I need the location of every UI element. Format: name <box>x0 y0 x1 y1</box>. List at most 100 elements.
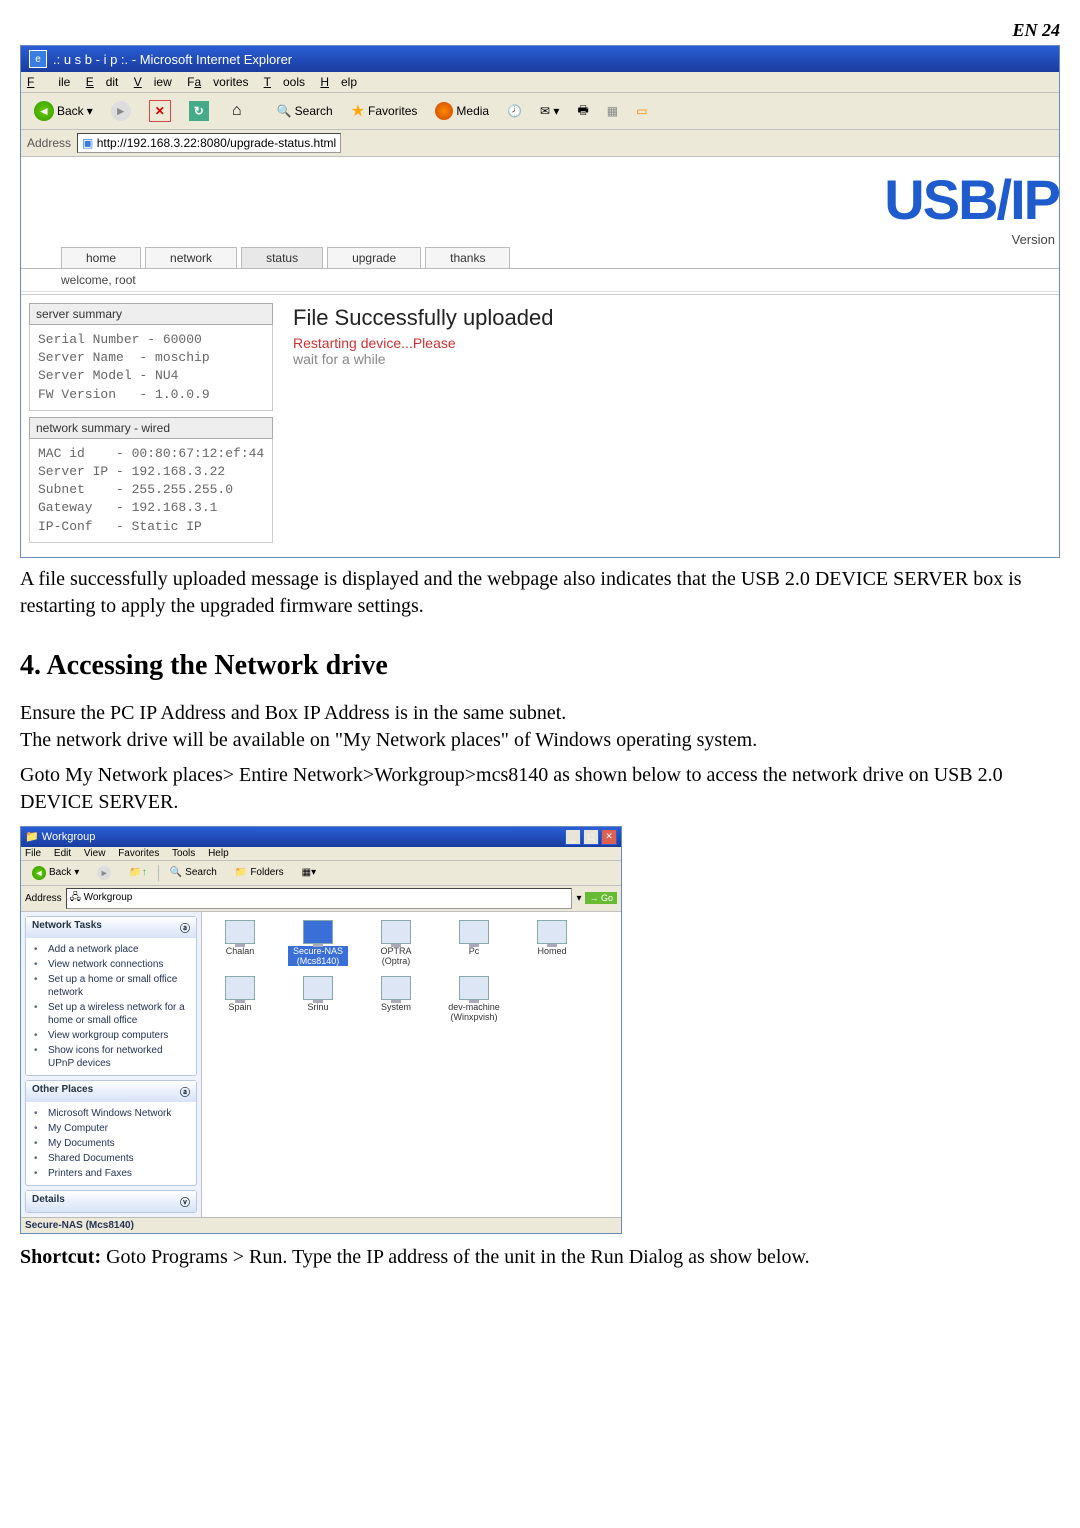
exp-back-button[interactable]: ◄Back ▾ <box>25 863 86 883</box>
side-panel: Network Tasks ⓐ Add a network placeView n… <box>21 912 202 1217</box>
menu-view[interactable]: View <box>134 75 172 89</box>
tab-network[interactable]: network <box>145 247 237 268</box>
print-icon: 🖶 <box>577 101 588 122</box>
welcome-text: welcome, root <box>21 269 1059 292</box>
computer-item[interactable]: Secure-NAS (Mcs8140) <box>288 920 348 966</box>
edit-icon: ▦ <box>607 104 618 118</box>
search-icon: 🔍 <box>170 867 182 878</box>
media-button[interactable]: Media <box>428 99 496 123</box>
forward-button[interactable]: ► <box>104 98 138 124</box>
exp-search-button[interactable]: 🔍Search <box>163 864 224 881</box>
exp-menu-help[interactable]: Help <box>208 848 229 859</box>
tab-upgrade[interactable]: upgrade <box>327 247 421 268</box>
sidebar-task-item[interactable]: Set up a home or small office network <box>32 972 190 1000</box>
exp-menu-file[interactable]: File <box>25 848 41 859</box>
explorer-menubar: File Edit View Favorites Tools Help <box>21 847 621 861</box>
address-input[interactable]: ▣ http://192.168.3.22:8080/upgrade-statu… <box>77 133 341 153</box>
ie-page-content: USB/IP Version home network status upgra… <box>21 157 1059 557</box>
exp-menu-tools[interactable]: Tools <box>172 848 195 859</box>
minimize-button[interactable]: _ <box>565 829 581 845</box>
explorer-toolbar: ◄Back ▾ ► 📁↑ 🔍Search 📁Folders ▦▾ <box>21 861 621 886</box>
close-button[interactable]: ✕ <box>601 829 617 845</box>
paragraph-2a: Ensure the PC IP Address and Box IP Addr… <box>20 700 1060 727</box>
computer-icon <box>225 920 255 944</box>
print-button[interactable]: 🖶 <box>570 98 595 125</box>
sidebar-task-item[interactable]: View workgroup computers <box>32 1028 190 1043</box>
paragraph-2b: The network drive will be available on "… <box>20 727 1060 754</box>
tab-home[interactable]: home <box>61 247 141 268</box>
collapse-icon[interactable]: ⓐ <box>180 920 190 935</box>
network-tasks-title: Network Tasks <box>32 920 102 935</box>
menu-favorites[interactable]: Favorites <box>187 75 248 89</box>
other-places-panel: Other Placesⓐ Microsoft Windows NetworkM… <box>25 1080 197 1186</box>
sidebar-place-item[interactable]: My Computer <box>32 1121 190 1136</box>
menu-tools[interactable]: Tools <box>264 75 305 89</box>
computer-item[interactable]: dev-machine (Winxpvish) <box>444 976 504 1022</box>
menu-help[interactable]: Help <box>320 75 357 89</box>
exp-addr-dropdown[interactable]: ▾ <box>576 893 581 904</box>
computer-label: Spain <box>210 1002 270 1012</box>
refresh-icon: ↻ <box>189 101 209 121</box>
exp-menu-view[interactable]: View <box>84 848 106 859</box>
sidebar-task-item[interactable]: Set up a wireless network for a home or … <box>32 1000 190 1028</box>
menu-file[interactable]: File <box>27 75 70 89</box>
sidebar-place-item[interactable]: My Documents <box>32 1136 190 1151</box>
ie-titlebar: e .: u s b - i p :. - Microsoft Internet… <box>21 46 1059 72</box>
computer-item[interactable]: Spain <box>210 976 270 1022</box>
server-summary-body: Serial Number - 60000 Server Name - mosc… <box>29 325 273 411</box>
computer-item[interactable]: System <box>366 976 426 1022</box>
window-title: .: u s b - i p :. - Microsoft Internet E… <box>53 52 292 67</box>
tab-thanks[interactable]: thanks <box>425 247 510 268</box>
sidebar-task-item[interactable]: Show icons for networked UPnP devices <box>32 1043 190 1071</box>
computer-item[interactable]: Srinu <box>288 976 348 1022</box>
icon-pane[interactable]: Chalan Secure-NAS (Mcs8140) OPTRA (Optra) P… <box>202 912 621 1217</box>
computer-label: dev-machine (Winxpvish) <box>444 1002 504 1022</box>
exp-menu-favorites[interactable]: Favorites <box>118 848 159 859</box>
computer-icon <box>381 920 411 944</box>
stop-button[interactable]: ✕ <box>142 97 178 125</box>
page-icon: ▣ <box>82 136 93 150</box>
exp-menu-edit[interactable]: Edit <box>54 848 71 859</box>
exp-folders-button[interactable]: 📁Folders <box>228 864 291 881</box>
details-panel: Detailsⓥ <box>25 1190 197 1213</box>
sidebar-place-item[interactable]: Printers and Faxes <box>32 1166 190 1181</box>
exp-address-label: Address <box>25 893 62 904</box>
tab-status[interactable]: status <box>241 247 323 268</box>
history-button[interactable]: 🕗 <box>500 101 529 121</box>
refresh-button[interactable]: ↻ <box>182 98 216 124</box>
exp-up-button[interactable]: 📁↑ <box>122 864 153 881</box>
star-icon: ★ <box>351 101 365 121</box>
collapse-icon[interactable]: ⓐ <box>180 1084 190 1099</box>
computer-item[interactable]: Pc <box>444 920 504 966</box>
exp-views-button[interactable]: ▦▾ <box>295 864 323 881</box>
page-number: EN 24 <box>20 20 1060 41</box>
version-label: Version <box>21 232 1059 247</box>
sidebar-task-item[interactable]: Add a network place <box>32 942 190 957</box>
up-icon: 📁↑ <box>129 867 146 878</box>
home-button[interactable]: ⌂ <box>220 98 254 124</box>
sidebar-place-item[interactable]: Shared Documents <box>32 1151 190 1166</box>
computer-label: Pc <box>444 946 504 956</box>
computer-item[interactable]: OPTRA (Optra) <box>366 920 426 966</box>
expand-icon[interactable]: ⓥ <box>180 1194 190 1209</box>
sidebar-task-item[interactable]: View network connections <box>32 957 190 972</box>
mail-button[interactable]: ✉ ▾ <box>533 101 566 121</box>
computer-item[interactable]: Chalan <box>210 920 270 966</box>
home-icon: ⌂ <box>227 101 247 121</box>
search-button[interactable]: 🔍Search <box>270 101 340 121</box>
computer-item[interactable]: Homed <box>522 920 582 966</box>
ie-window: e .: u s b - i p :. - Microsoft Internet… <box>20 45 1060 558</box>
back-button[interactable]: ◄Back ▾ <box>27 98 100 124</box>
exp-forward-button[interactable]: ► <box>90 863 118 883</box>
back-icon: ◄ <box>34 101 54 121</box>
computer-label: OPTRA (Optra) <box>366 946 426 966</box>
go-button[interactable]: → Go <box>585 892 617 904</box>
maximize-button[interactable]: □ <box>583 829 599 845</box>
sidebar-place-item[interactable]: Microsoft Windows Network <box>32 1106 190 1121</box>
edit-button[interactable]: ▦ <box>600 101 625 121</box>
favorites-button[interactable]: ★Favorites <box>344 98 425 124</box>
menu-edit[interactable]: Edit <box>86 75 119 89</box>
exp-address-input[interactable]: 🖧 Workgroup <box>66 888 573 909</box>
msgr-button[interactable]: ▭ <box>629 101 654 121</box>
explorer-body: Network Tasks ⓐ Add a network placeView n… <box>21 912 621 1217</box>
